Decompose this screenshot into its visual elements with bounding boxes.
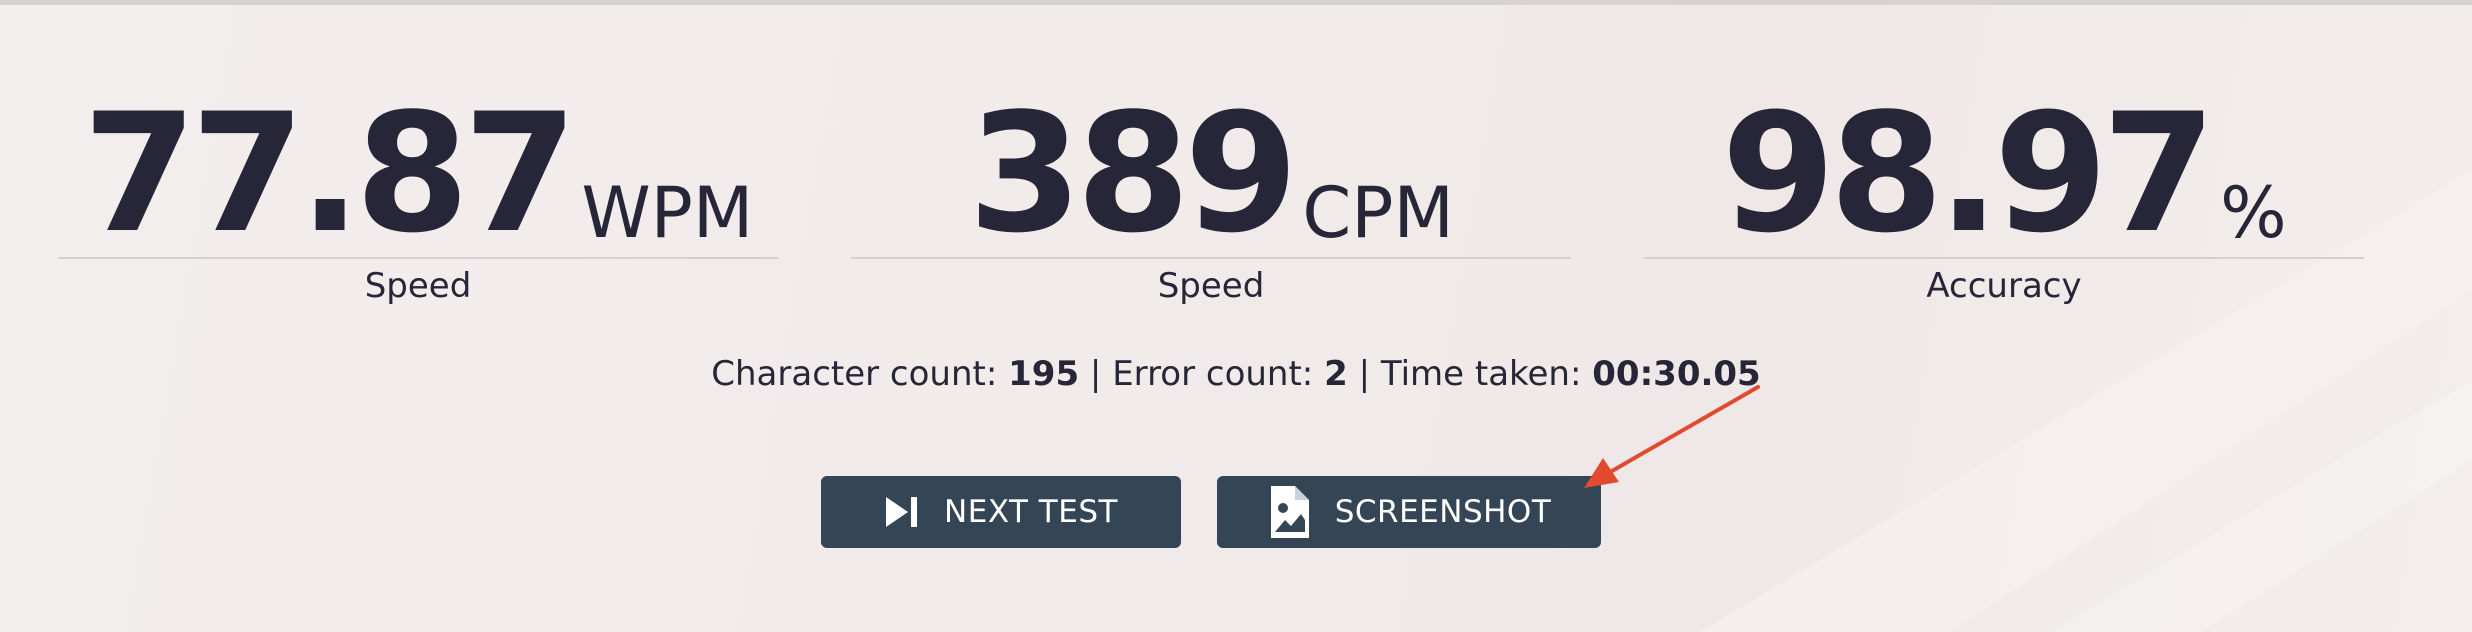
- cpm-value: 389: [968, 78, 1298, 269]
- character-count-value: 195: [1008, 354, 1080, 394]
- error-count-label: Error count:: [1112, 354, 1314, 394]
- stat-cpm: 389 CPM Speed: [851, 80, 1571, 310]
- wpm-unit: WPM: [581, 172, 754, 254]
- separator: |: [1358, 354, 1371, 394]
- skip-next-icon: [884, 495, 920, 529]
- separator: |: [1089, 354, 1102, 394]
- next-test-label: NEXT TEST: [944, 494, 1118, 530]
- wpm-label: Speed: [364, 266, 472, 306]
- accuracy-unit: %: [2220, 172, 2287, 254]
- stat-divider: [58, 257, 778, 259]
- error-count-value: 2: [1324, 354, 1348, 394]
- stat-divider: [1644, 257, 2364, 259]
- image-file-icon: [1267, 484, 1311, 540]
- accuracy-value: 98.97: [1721, 78, 2216, 269]
- character-count-label: Character count:: [711, 354, 998, 394]
- test-summary: Character count: 195 | Error count: 2 | …: [0, 354, 2472, 394]
- cpm-label: Speed: [1157, 266, 1265, 306]
- stat-divider: [851, 257, 1571, 259]
- stat-accuracy: 98.97 % Accuracy: [1644, 80, 2364, 310]
- cpm-unit: CPM: [1302, 172, 1454, 254]
- time-taken-label: Time taken:: [1380, 354, 1582, 394]
- wpm-value: 77.87: [82, 78, 578, 269]
- screenshot-label: SCREENSHOT: [1334, 494, 1552, 530]
- screenshot-button[interactable]: SCREENSHOT: [1217, 476, 1601, 548]
- accuracy-label: Accuracy: [1926, 266, 2082, 306]
- stat-wpm: 77.87 WPM Speed: [58, 80, 778, 310]
- time-taken-value: 00:30.05: [1592, 354, 1761, 394]
- next-test-button[interactable]: NEXT TEST: [821, 476, 1181, 548]
